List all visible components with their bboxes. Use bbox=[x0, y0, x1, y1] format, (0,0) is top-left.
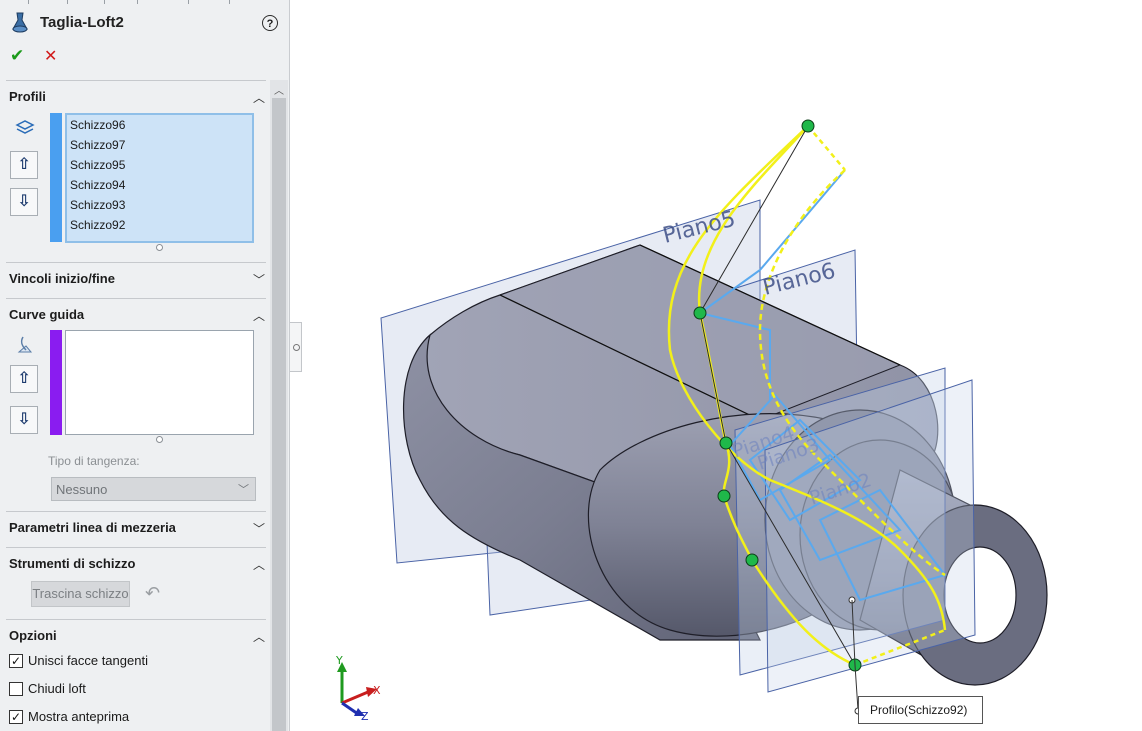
panel-tab-strip bbox=[0, 0, 290, 5]
divider bbox=[6, 298, 266, 299]
tab-config-manager[interactable] bbox=[188, 0, 230, 4]
profiles-listbox[interactable]: Schizzo96 Schizzo97 Schizzo95 Schizzo94 … bbox=[65, 113, 254, 243]
feature-title-row: Taglia-Loft2 ? bbox=[10, 12, 280, 36]
divider bbox=[6, 619, 266, 620]
feature-title: Taglia-Loft2 bbox=[40, 14, 124, 31]
chevron-up-icon[interactable]: ︿ bbox=[253, 556, 265, 573]
list-item[interactable]: Schizzo97 bbox=[70, 138, 125, 152]
guide-move-up-button[interactable]: ⇧ bbox=[10, 365, 38, 393]
chevron-down-icon[interactable]: ﹀ bbox=[253, 520, 265, 537]
tab-feature-manager[interactable] bbox=[28, 0, 68, 4]
tangency-label: Tipo di tangenza: bbox=[48, 454, 140, 468]
chevron-up-icon[interactable]: ︿ bbox=[253, 628, 265, 645]
profile-color-bar bbox=[50, 113, 62, 242]
section-title: Profili bbox=[9, 89, 46, 104]
chevron-down-icon[interactable]: ﹀ bbox=[253, 271, 265, 288]
option-label: Unisci facce tangenti bbox=[28, 653, 148, 668]
divider bbox=[6, 262, 266, 263]
list-item[interactable]: Schizzo93 bbox=[70, 198, 125, 212]
move-down-button[interactable]: ⇩ bbox=[10, 188, 38, 216]
tangency-value: Nessuno bbox=[56, 482, 108, 497]
view-triad-icon[interactable]: Y X Z bbox=[335, 654, 381, 723]
section-title: Parametri linea di mezzeria bbox=[9, 520, 176, 535]
guide-move-down-button[interactable]: ⇩ bbox=[10, 406, 38, 434]
axis-y-label: Y bbox=[335, 654, 343, 667]
divider bbox=[6, 80, 266, 81]
list-item[interactable]: Schizzo94 bbox=[70, 178, 125, 192]
divider bbox=[6, 511, 266, 512]
section-header-opzioni[interactable]: Opzioni ︿ bbox=[9, 628, 267, 648]
section-title: Curve guida bbox=[9, 307, 85, 322]
scroll-up-arrow-icon[interactable]: ︿ bbox=[274, 82, 284, 97]
list-item[interactable]: Schizzo95 bbox=[70, 158, 125, 172]
section-header-curve-guida[interactable]: Curve guida ︿ bbox=[9, 307, 267, 327]
list-item[interactable]: Schizzo96 bbox=[70, 118, 125, 132]
guide-curve-icon bbox=[17, 336, 33, 353]
section-header-vincoli[interactable]: Vincoli inizio/fine ﹀ bbox=[9, 271, 267, 291]
checkbox-checked[interactable]: ✓ bbox=[9, 710, 23, 724]
drag-sketch-button[interactable]: Trascina schizzo bbox=[31, 581, 130, 607]
list-item[interactable]: Schizzo92 bbox=[70, 218, 125, 232]
section-title: Opzioni bbox=[9, 628, 57, 643]
checkbox-unchecked[interactable] bbox=[9, 682, 23, 696]
option-label: Mostra anteprima bbox=[28, 709, 130, 724]
checkbox-checked[interactable]: ✓ bbox=[9, 654, 23, 668]
undo-icon[interactable]: ↶ bbox=[145, 583, 160, 604]
divider bbox=[6, 547, 266, 548]
section-header-strumenti[interactable]: Strumenti di schizzo ︿ bbox=[9, 556, 267, 576]
property-manager: Taglia-Loft2 ? ✔ ✕ Profili ︿ ⇧ ⇩ Schizzo… bbox=[0, 0, 290, 731]
listbox-resize-handle[interactable] bbox=[156, 436, 163, 443]
panel-scrollbar[interactable]: ︿ bbox=[270, 80, 288, 731]
cancel-x-icon[interactable]: ✕ bbox=[44, 46, 57, 66]
chevron-up-icon[interactable]: ︿ bbox=[253, 89, 265, 106]
move-up-button[interactable]: ⇧ bbox=[10, 151, 38, 179]
chevron-up-icon[interactable]: ︿ bbox=[253, 307, 265, 324]
listbox-resize-handle[interactable] bbox=[156, 244, 163, 251]
tangency-dropdown[interactable]: Nessuno ﹀ bbox=[51, 477, 256, 501]
section-title: Vincoli inizio/fine bbox=[9, 271, 115, 286]
section-title: Strumenti di schizzo bbox=[9, 556, 136, 571]
ok-check-icon[interactable]: ✔ bbox=[10, 46, 24, 66]
axis-z-label: Z bbox=[361, 710, 369, 723]
guide-curves-listbox[interactable] bbox=[65, 330, 254, 435]
guide-color-bar bbox=[50, 330, 62, 435]
splitter-grip-icon bbox=[293, 344, 300, 351]
chevron-down-icon: ﹀ bbox=[238, 484, 249, 496]
graphics-viewport[interactable]: Piano5 Piano6 Piano4 Piano3 Piano2 Y X Z bbox=[303, 0, 1142, 731]
profile-callout[interactable]: Profilo(Schizzo92) bbox=[858, 696, 983, 724]
section-header-profili[interactable]: Profili ︿ bbox=[9, 89, 267, 109]
scrollbar-thumb[interactable] bbox=[272, 98, 286, 731]
panel-splitter[interactable] bbox=[290, 322, 302, 372]
help-icon[interactable]: ? bbox=[262, 15, 278, 31]
section-header-parametri[interactable]: Parametri linea di mezzeria ﹀ bbox=[9, 520, 267, 540]
axis-x-label: X bbox=[373, 684, 381, 697]
tab-property-manager[interactable] bbox=[104, 0, 138, 4]
profile-plane-icon bbox=[15, 120, 35, 134]
option-label: Chiudi loft bbox=[28, 681, 86, 696]
loft-cut-icon bbox=[12, 12, 28, 33]
